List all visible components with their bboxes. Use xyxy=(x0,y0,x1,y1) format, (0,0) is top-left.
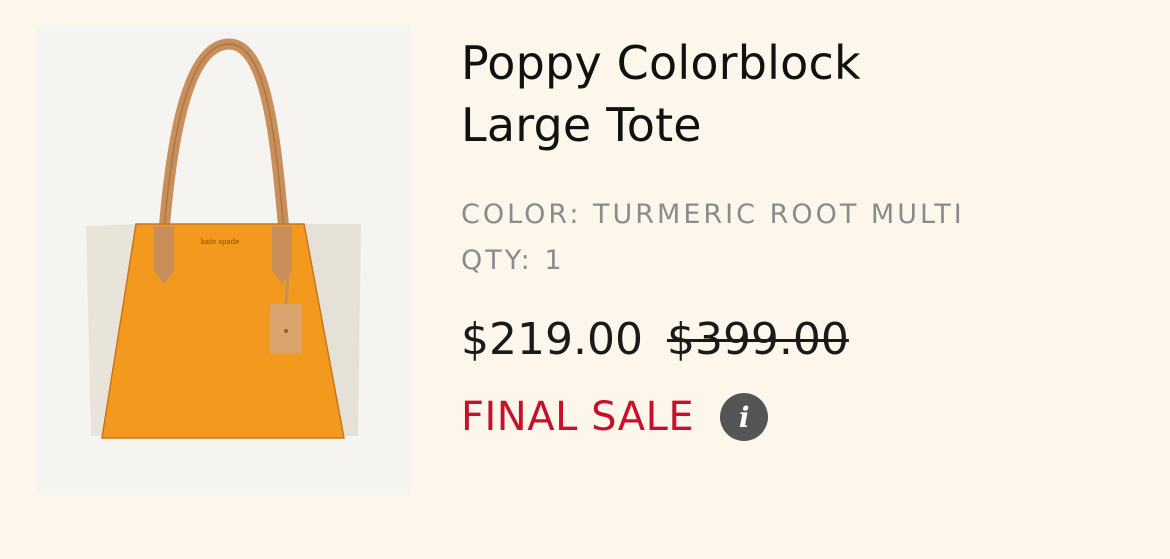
price-row: $219.00 $399.00 xyxy=(461,314,1141,365)
original-price: $399.00 xyxy=(666,314,849,365)
info-icon[interactable]: i xyxy=(720,393,769,441)
product-meta: COLOR: TURMERIC ROOT MULTI QTY: 1 xyxy=(461,192,1141,284)
final-sale-label: FINAL SALE xyxy=(461,394,695,440)
product-info: Poppy Colorblock Large Tote COLOR: TURME… xyxy=(461,32,1141,441)
sale-price: $219.00 xyxy=(461,314,643,365)
product-image[interactable]: kate spade xyxy=(36,26,411,494)
svg-text:kate spade: kate spade xyxy=(201,238,239,246)
product-title[interactable]: Poppy Colorblock Large Tote xyxy=(461,32,921,156)
product-color: COLOR: TURMERIC ROOT MULTI xyxy=(461,199,965,230)
final-sale-row: FINAL SALE i xyxy=(461,393,1141,441)
product-quantity: QTY: 1 xyxy=(461,245,565,276)
tote-bag-illustration: kate spade xyxy=(86,38,361,439)
